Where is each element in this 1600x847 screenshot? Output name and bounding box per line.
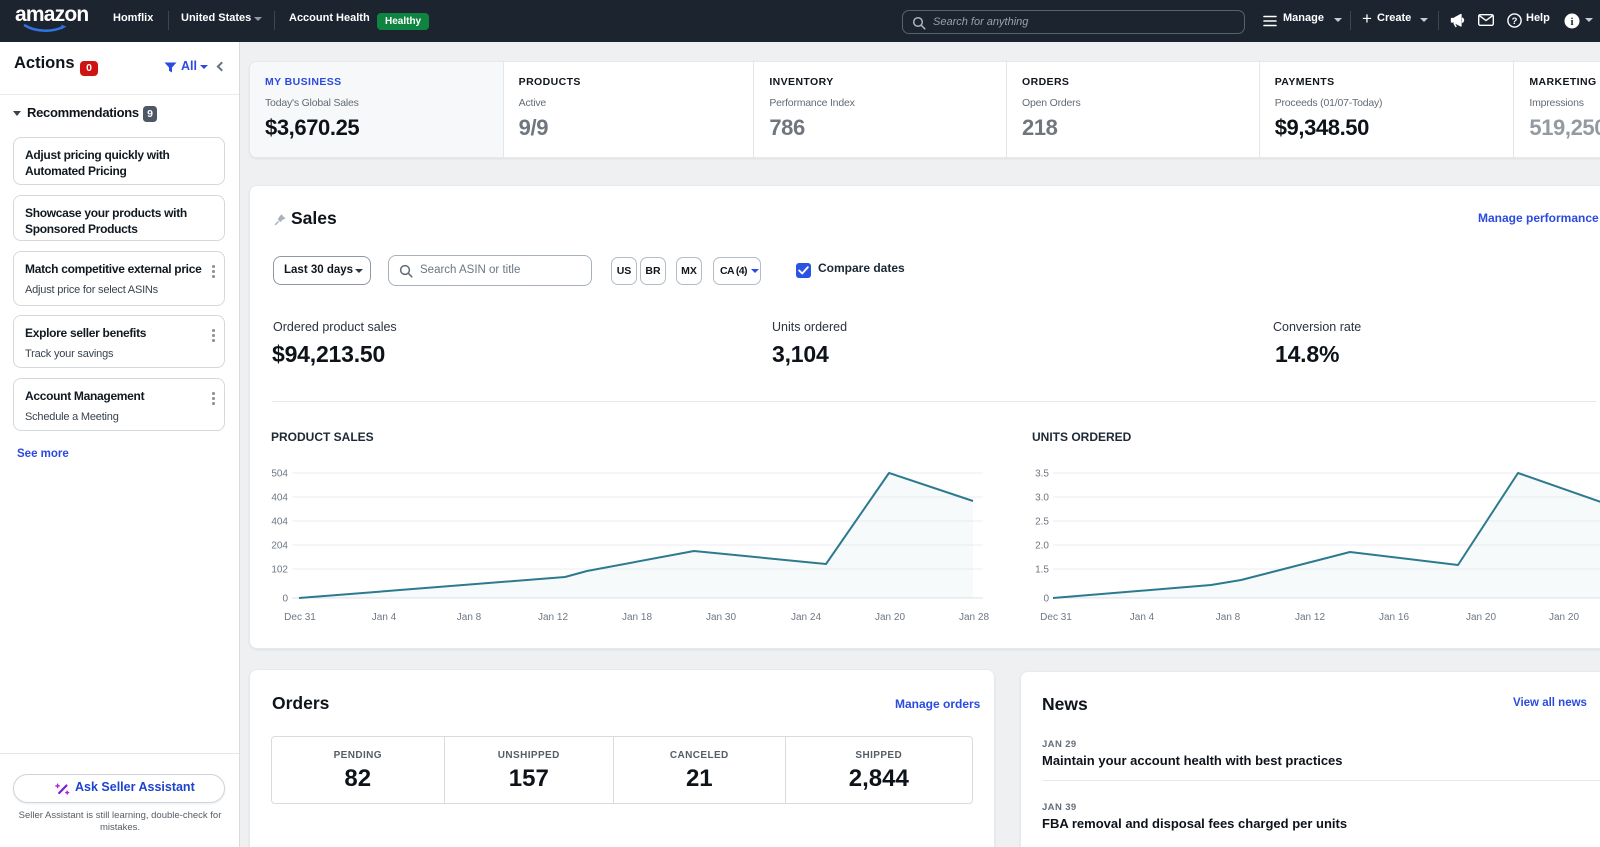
svg-text:102: 102 bbox=[271, 565, 288, 576]
svg-text:Jan 20: Jan 20 bbox=[1466, 612, 1496, 623]
svg-text:i: i bbox=[1570, 16, 1573, 28]
svg-text:?: ? bbox=[1512, 16, 1518, 27]
svg-text:0: 0 bbox=[1043, 594, 1049, 605]
svg-text:Jan 24: Jan 24 bbox=[791, 612, 821, 623]
svg-text:Jan 4: Jan 4 bbox=[1130, 612, 1155, 623]
svg-text:Jan 12: Jan 12 bbox=[1295, 612, 1325, 623]
svg-text:Jan 30: Jan 30 bbox=[706, 612, 736, 623]
svg-text:Jan 4: Jan 4 bbox=[372, 612, 397, 623]
svg-text:404: 404 bbox=[271, 493, 288, 504]
svg-text:Jan 8: Jan 8 bbox=[1216, 612, 1241, 623]
svg-text:Jan 18: Jan 18 bbox=[622, 612, 652, 623]
svg-text:204: 204 bbox=[271, 541, 288, 552]
svg-text:Jan 20: Jan 20 bbox=[875, 612, 905, 623]
svg-text:2.5: 2.5 bbox=[1035, 517, 1049, 528]
svg-text:3.5: 3.5 bbox=[1035, 469, 1049, 480]
svg-text:0: 0 bbox=[282, 594, 288, 605]
svg-text:504: 504 bbox=[271, 469, 288, 480]
svg-text:Jan 8: Jan 8 bbox=[457, 612, 482, 623]
svg-text:1.5: 1.5 bbox=[1035, 565, 1049, 576]
svg-text:404: 404 bbox=[271, 517, 288, 528]
svg-text:Jan 28: Jan 28 bbox=[959, 612, 989, 623]
svg-text:2.0: 2.0 bbox=[1035, 541, 1049, 552]
svg-text:Dec 31: Dec 31 bbox=[284, 612, 316, 623]
svg-text:Jan 12: Jan 12 bbox=[538, 612, 568, 623]
svg-text:3.0: 3.0 bbox=[1035, 493, 1049, 504]
svg-text:Dec 31: Dec 31 bbox=[1040, 612, 1072, 623]
svg-text:Jan 20: Jan 20 bbox=[1549, 612, 1579, 623]
svg-text:Jan 16: Jan 16 bbox=[1379, 612, 1409, 623]
